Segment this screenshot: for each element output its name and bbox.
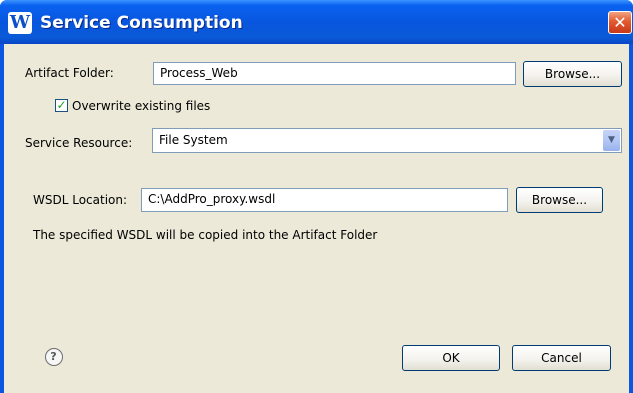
checkmark-icon: ✓ — [56, 98, 67, 112]
chevron-down-icon: ▼ — [608, 135, 615, 145]
help-icon[interactable]: ? — [45, 348, 63, 366]
service-resource-label: Service Resource: — [25, 136, 133, 150]
close-icon: ✕ — [613, 13, 627, 32]
app-icon: W — [8, 12, 32, 34]
overwrite-checkbox[interactable]: ✓ — [55, 98, 68, 112]
browse-artifact-folder-button[interactable]: Browse... — [523, 61, 622, 87]
wsdl-location-input[interactable]: C:\AddPro_proxy.wsdl — [141, 188, 508, 212]
dialog-body: Artifact Folder: Process_Web Browse... ✓… — [4, 44, 629, 393]
window-title: Service Consumption — [40, 13, 243, 33]
help-glyph: ? — [50, 350, 57, 363]
service-resource-value: File System — [159, 133, 228, 147]
browse-wsdl-button[interactable]: Browse... — [516, 187, 603, 213]
overwrite-label[interactable]: Overwrite existing files — [72, 98, 210, 114]
service-consumption-dialog: W Service Consumption ✕ Artifact Folder:… — [0, 0, 633, 393]
cancel-button[interactable]: Cancel — [512, 345, 611, 371]
artifact-folder-input[interactable]: Process_Web — [153, 62, 516, 85]
close-button[interactable]: ✕ — [608, 11, 632, 34]
dropdown-arrow-button[interactable]: ▼ — [603, 130, 620, 151]
service-resource-select[interactable]: File System ▼ — [152, 128, 622, 153]
ok-button[interactable]: OK — [402, 345, 500, 371]
info-text: The specified WSDL will be copied into t… — [33, 228, 378, 242]
app-icon-glyph: W — [9, 12, 31, 33]
artifact-folder-label: Artifact Folder: — [25, 66, 114, 80]
title-bar[interactable]: W Service Consumption ✕ — [0, 0, 633, 44]
wsdl-location-label: WSDL Location: — [33, 193, 128, 207]
